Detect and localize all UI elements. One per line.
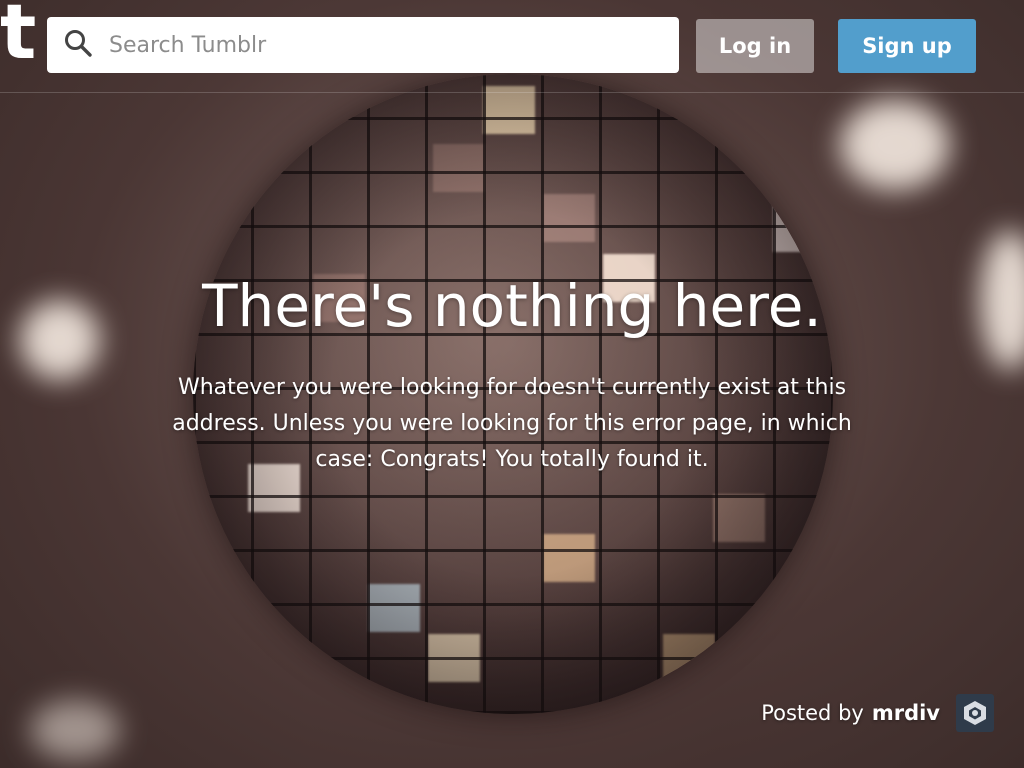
search-box[interactable] [47, 17, 679, 73]
credit-author-link[interactable]: mrdiv [872, 701, 940, 725]
login-button[interactable]: Log in [696, 19, 814, 73]
search-icon [47, 28, 109, 62]
tumblr-logo[interactable]: t [0, 0, 36, 70]
search-input[interactable] [109, 32, 669, 58]
page-title: There's nothing here. [202, 272, 822, 340]
avatar-icon[interactable] [956, 694, 994, 732]
top-bar: t Log in Sign up [0, 0, 1024, 93]
image-credit: Posted by mrdiv [761, 692, 994, 734]
credit-prefix: Posted by [761, 701, 864, 725]
error-message: Whatever you were looking for doesn't cu… [172, 375, 852, 472]
signup-button[interactable]: Sign up [838, 19, 976, 73]
